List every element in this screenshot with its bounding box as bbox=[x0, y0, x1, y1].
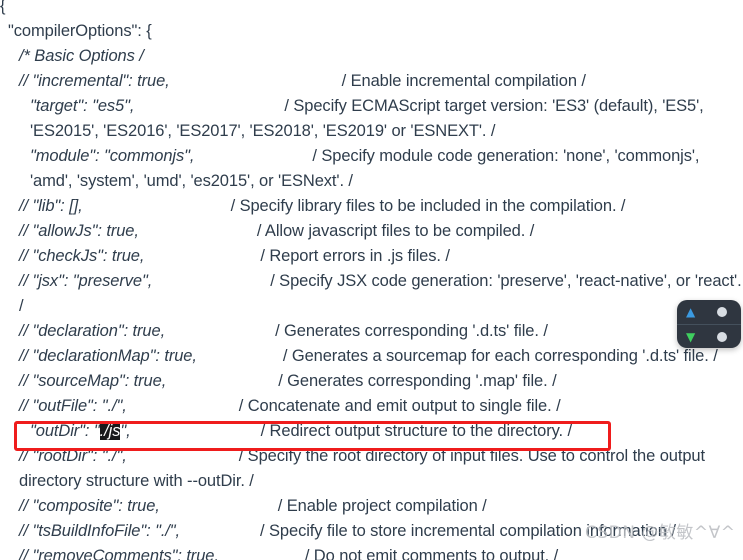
code-line-key: // "declaration": true, bbox=[19, 322, 166, 340]
code-line-key: { bbox=[0, 0, 6, 15]
code-line-comment: / Report errors in .js files. / bbox=[260, 247, 450, 265]
widget-dot-icon[interactable] bbox=[717, 331, 728, 342]
code-line-key: // "sourceMap": true, bbox=[19, 372, 167, 390]
selected-value[interactable]: ./js bbox=[99, 422, 120, 440]
code-line-key: // "jsx": "preserve", bbox=[19, 272, 153, 290]
code-line: // "tsBuildInfoFile": "./", / Specify fil… bbox=[0, 519, 743, 544]
code-line-comment: / Generates a sourcemap for each corresp… bbox=[282, 347, 718, 365]
code-line-key: // "composite": true, bbox=[19, 497, 160, 515]
code-line: // "allowJs": true, / Allow javascript fi… bbox=[0, 219, 743, 244]
code-line: // "checkJs": true, / Report errors in .j… bbox=[0, 244, 743, 269]
code-line-comment: / Enable project compilation / bbox=[277, 497, 487, 515]
scroll-to-top-row[interactable]: ▲ bbox=[677, 300, 741, 324]
code-line: "module": "commonjs", / Specify module co… bbox=[0, 144, 743, 194]
code-line-key-tail: ", bbox=[120, 422, 131, 440]
code-line-key: // "allowJs": true, bbox=[19, 222, 139, 240]
code-line-key: // "removeComments": true, bbox=[19, 547, 219, 560]
code-line-key: "module": "commonjs", bbox=[30, 147, 195, 165]
code-line-key: // "tsBuildInfoFile": "./", bbox=[19, 522, 181, 540]
code-line: // "jsx": "preserve", / Specify JSX code … bbox=[0, 269, 743, 319]
code-line: // "declarationMap": true, / Generates a … bbox=[0, 344, 743, 369]
scroll-top-bottom-widget[interactable]: ▲ ▼ bbox=[677, 300, 741, 348]
code-line-key: // "outFile": "./", bbox=[19, 397, 127, 415]
code-line: // "sourceMap": true, / Generates corresp… bbox=[0, 369, 743, 394]
code-line-comment: / Specify library files to be included i… bbox=[230, 197, 626, 215]
code-line-key: "compilerOptions": { bbox=[8, 22, 152, 40]
code-line-comment: / Enable incremental compilation / bbox=[341, 72, 586, 90]
code-line: // "lib": [], / Specify library files to … bbox=[0, 194, 743, 219]
code-line-key: /* Basic Options / bbox=[19, 47, 144, 65]
code-line-comment: / Generates corresponding '.d.ts' file. … bbox=[275, 322, 548, 340]
code-line: { bbox=[0, 0, 743, 19]
code-line: "compilerOptions": { bbox=[0, 19, 743, 44]
code-line: "target": "es5", / Specify ECMAScript tar… bbox=[0, 94, 743, 144]
widget-dot-icon[interactable] bbox=[717, 307, 728, 317]
scroll-to-bottom-row[interactable]: ▼ bbox=[677, 324, 741, 348]
code-line: "outDir": "./js", / Redirect output struc… bbox=[0, 419, 743, 444]
code-line: // "composite": true, / Enable project co… bbox=[0, 494, 743, 519]
code-line-comment: / Concatenate and emit output to single … bbox=[238, 397, 561, 415]
code-line-comment: / Generates corresponding '.map' file. / bbox=[278, 372, 557, 390]
code-line: // "removeComments": true, / Do not emit … bbox=[0, 544, 743, 560]
arrow-up-icon[interactable]: ▲ bbox=[686, 306, 695, 318]
code-line-key: // "rootDir": "./", bbox=[19, 447, 127, 465]
code-line-key: // "incremental": true, bbox=[19, 72, 170, 90]
code-text-block[interactable]: {"compilerOptions": { /* Basic Options / /… bbox=[0, 0, 743, 560]
code-line-comment: / Allow javascript files to be compiled.… bbox=[256, 222, 535, 240]
code-line: // "incremental": true, / Enable incremen… bbox=[0, 69, 743, 94]
code-line-comment: / Specify file to store incremental comp… bbox=[260, 522, 676, 540]
code-line-key: "target": "es5", bbox=[30, 97, 135, 115]
code-line-comment: / Do not emit comments to output. / bbox=[304, 547, 559, 560]
code-line: // "outFile": "./", / Concatenate and emi… bbox=[0, 394, 743, 419]
code-line-key: "outDir": " bbox=[30, 422, 100, 440]
code-line-key: // "checkJs": true, bbox=[19, 247, 145, 265]
arrow-down-icon[interactable]: ▼ bbox=[686, 331, 695, 343]
code-snippet-viewer[interactable]: {"compilerOptions": { /* Basic Options / /… bbox=[0, 0, 743, 560]
code-line-key: // "lib": [], bbox=[19, 197, 83, 215]
code-line-key: // "declarationMap": true, bbox=[19, 347, 197, 365]
code-line: // "declaration": true, / Generates corre… bbox=[0, 319, 743, 344]
code-line: // "rootDir": "./", / Specify the root di… bbox=[0, 444, 743, 494]
code-line-comment: / Redirect output structure to the direc… bbox=[260, 422, 572, 440]
code-line: /* Basic Options / bbox=[0, 44, 743, 69]
